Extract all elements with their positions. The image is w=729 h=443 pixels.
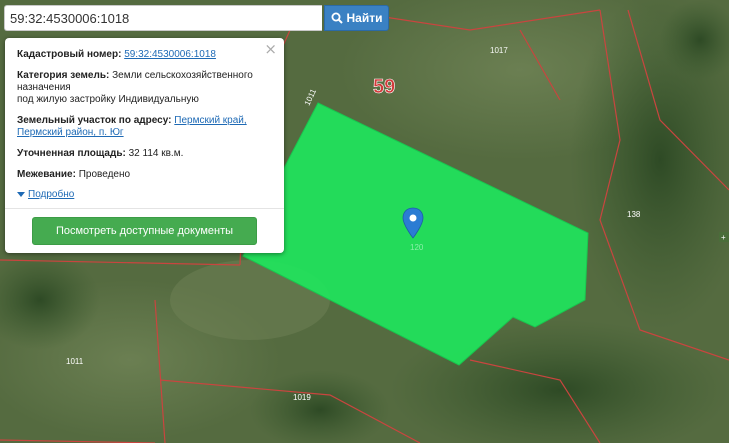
area-label: Уточненная площадь: [17,148,126,159]
search-button[interactable]: Найти [324,5,389,31]
cadastral-number-label: Кадастровый номер: [17,49,122,60]
parcel-label: 120 [410,243,424,252]
cadastral-number-row: Кадастровый номер: 59:32:4530006:1018 [17,49,273,61]
details-toggle[interactable]: Подробно [17,189,273,200]
view-documents-button[interactable]: Посмотреть доступные документы [32,217,257,245]
parcel-label: 1019 [293,393,311,402]
parcel-label: 1017 [490,46,508,55]
survey-value: Проведено [78,169,131,180]
divider [5,208,284,209]
area-value: 32 114 кв.м. [128,148,184,159]
search-button-label: Найти [346,11,383,25]
close-icon[interactable]: × [264,42,277,57]
area-row: Уточненная площадь: 32 114 кв.м. [17,148,273,160]
search-bar: Найти [4,5,389,31]
svg-text:+: + [721,233,726,242]
land-category-label: Категория земель: [17,70,110,81]
parcel-label: 138 [627,210,641,219]
address-label: Земельный участок по адресу: [17,115,172,126]
block-number-label: 59 [373,76,395,98]
side-expander-icon[interactable]: + [719,232,729,242]
chevron-down-icon [17,192,25,197]
cadastral-number-link[interactable]: 59:32:4530006:1018 [124,49,216,60]
parcel-label: 1011 [66,357,84,366]
address-link-region[interactable]: Пермский край, [174,115,246,126]
land-use-value: под жилую застройку Индивидуальную [17,94,199,105]
land-category-row: Категория земель: Земли сельскохозяйстве… [17,70,273,106]
survey-row: Межевание: Проведено [17,169,273,181]
details-link[interactable]: Подробно [28,189,74,200]
survey-label: Межевание: [17,169,76,180]
address-link-locality[interactable]: Пермский район, п. Юг [17,127,124,138]
address-row: Земельный участок по адресу: Пермский кр… [17,115,273,139]
search-icon [331,12,343,24]
search-input[interactable] [4,5,322,31]
parcel-info-popup: × Кадастровый номер: 59:32:4530006:1018 … [5,38,284,253]
